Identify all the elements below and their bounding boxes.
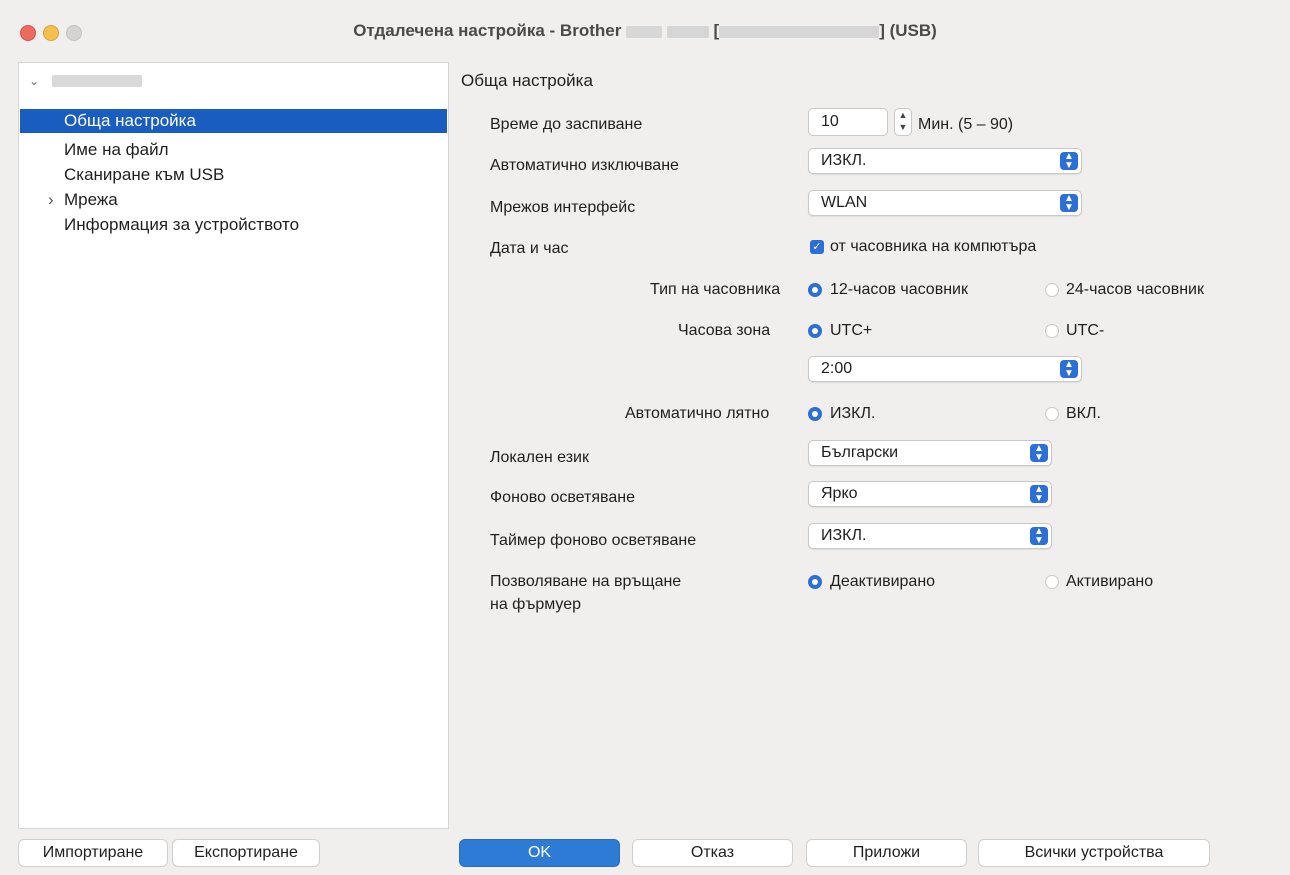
firmware-rollback-label-line2: на фърмуер <box>490 596 582 613</box>
clock-12h-label: 12-часов часовник <box>830 281 968 298</box>
auto-power-off-label: Автоматично изключване <box>490 157 679 174</box>
clock-24h-radio[interactable] <box>1045 283 1059 297</box>
local-language-label: Локален език <box>490 449 589 466</box>
utc-minus-radio[interactable] <box>1045 324 1059 338</box>
chevron-up-down-icon: ▲ ▼ <box>1060 194 1078 213</box>
time-zone-label: Часова зона <box>678 322 771 339</box>
sync-clock-label: от часовника на компютъра <box>830 238 1037 255</box>
tree-item-device-info[interactable]: Информация за устройството <box>20 213 447 237</box>
clock-type-label: Тип на часовника <box>650 281 781 298</box>
dst-on-radio[interactable] <box>1045 407 1059 421</box>
backlight-label: Фоново осветяване <box>490 489 635 506</box>
network-interface-value: WLAN <box>821 194 868 211</box>
sync-clock-checkbox[interactable]: ✓ <box>810 240 824 254</box>
dst-label: Автоматично лятно <box>625 405 770 422</box>
chevron-up-down-icon: ▲ ▼ <box>1060 152 1078 171</box>
chevron-up-down-icon: ▲ ▼ <box>1030 527 1048 546</box>
title-bar: Отдалечена настройка - Brother [] (USB) <box>0 0 1290 58</box>
redacted-serial <box>719 25 880 38</box>
time-zone-offset-select[interactable]: 2:00 ▲ ▼ <box>808 356 1082 382</box>
chevron-up-down-icon: ▲ ▼ <box>1060 360 1078 379</box>
auto-power-off-value: ИЗКЛ. <box>821 152 867 169</box>
firmware-rollback-disabled-label: Деактивирано <box>830 573 936 590</box>
tree-item-file-name[interactable]: Име на файл <box>20 138 447 162</box>
sleep-time-label: Време до заспиване <box>490 116 643 133</box>
network-interface-label: Мрежов интерфейс <box>490 199 636 216</box>
backlight-value: Ярко <box>821 485 858 502</box>
utc-plus-label: UTC+ <box>830 322 873 339</box>
local-language-select[interactable]: Български ▲ ▼ <box>808 440 1052 466</box>
all-devices-button[interactable]: Всички устройства <box>978 839 1210 867</box>
chevron-down-icon[interactable]: ⌄ <box>29 74 39 88</box>
chevron-up-down-icon: ▲ ▼ <box>1030 444 1048 463</box>
chevron-up-down-icon: ▲ ▼ <box>1030 485 1048 504</box>
tree-item-label: Обща настройка <box>64 111 196 130</box>
remote-setup-window: Отдалечена настройка - Brother [] (USB) … <box>0 0 1290 875</box>
tree-item-scan-to-usb[interactable]: Сканиране към USB <box>20 163 447 187</box>
sleep-time-field[interactable]: 10 <box>808 108 888 136</box>
clock-12h-radio[interactable] <box>808 283 822 297</box>
auto-power-off-select[interactable]: ИЗКЛ. ▲ ▼ <box>808 148 1082 174</box>
redacted-device-name <box>51 74 142 87</box>
tree-item-general-setup[interactable]: Обща настройка <box>20 109 447 133</box>
sleep-time-value: 10 <box>821 113 839 130</box>
apply-button[interactable]: Приложи <box>806 839 967 867</box>
backlight-select[interactable]: Ярко ▲ ▼ <box>808 481 1052 507</box>
firmware-rollback-enabled-radio[interactable] <box>1045 575 1059 589</box>
firmware-rollback-disabled-radio[interactable] <box>808 575 822 589</box>
tree-item-label: Информация за устройството <box>64 215 300 234</box>
local-language-value: Български <box>821 444 899 461</box>
window-title: Отдалечена настройка - Brother [] (USB) <box>0 21 1290 41</box>
date-time-label: Дата и час <box>490 240 569 257</box>
export-button[interactable]: Експортиране <box>172 839 320 867</box>
window-title-prefix: Отдалечена настройка - Brother <box>353 21 622 40</box>
redacted-model <box>626 25 663 38</box>
ok-button[interactable]: OK <box>459 839 620 867</box>
cancel-button[interactable]: Отказ <box>632 839 793 867</box>
dst-off-label: ИЗКЛ. <box>830 405 876 422</box>
backlight-timer-label: Таймер фоново осветяване <box>490 532 697 549</box>
device-tree-root[interactable]: ⌄ <box>29 69 142 93</box>
chevron-right-icon[interactable]: › <box>48 188 54 212</box>
redacted-model-number <box>666 25 709 38</box>
settings-tree[interactable]: ⌄ Обща настройка Име на файл Сканиране к… <box>18 62 449 829</box>
utc-minus-label: UTC- <box>1066 322 1105 339</box>
firmware-rollback-label-line1: Позволяване на връщане <box>490 573 682 590</box>
network-interface-select[interactable]: WLAN ▲ ▼ <box>808 190 1082 216</box>
import-button[interactable]: Импортиране <box>18 839 168 867</box>
window-title-suffix: ] (USB) <box>879 21 937 40</box>
clock-24h-label: 24-часов часовник <box>1066 281 1204 298</box>
firmware-rollback-enabled-label: Активирано <box>1066 573 1154 590</box>
backlight-timer-select[interactable]: ИЗКЛ. ▲ ▼ <box>808 523 1052 549</box>
sleep-time-stepper[interactable]: ▲ ▼ <box>894 108 912 136</box>
sleep-time-unit: Мин. (5 – 90) <box>918 116 1014 133</box>
tree-item-label: Сканиране към USB <box>64 165 225 184</box>
utc-plus-radio[interactable] <box>808 324 822 338</box>
dst-on-label: ВКЛ. <box>1066 405 1101 422</box>
section-title: Обща настройка <box>461 71 593 90</box>
tree-item-label: Мрежа <box>64 190 118 209</box>
dst-off-radio[interactable] <box>808 407 822 421</box>
time-zone-offset-value: 2:00 <box>821 360 853 377</box>
tree-item-network[interactable]: › Мрежа <box>20 188 447 212</box>
backlight-timer-value: ИЗКЛ. <box>821 527 867 544</box>
tree-item-label: Име на файл <box>64 140 169 159</box>
